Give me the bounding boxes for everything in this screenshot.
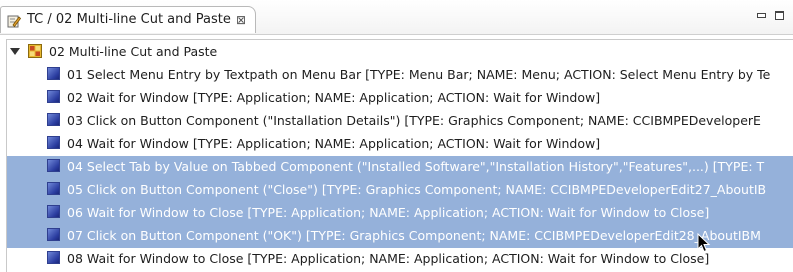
tree-step-row[interactable]: 01 Select Menu Entry by Textpath on Menu…: [7, 64, 793, 87]
test-step-icon: [47, 113, 60, 126]
test-step-icon: [47, 90, 60, 103]
test-case-icon: [28, 44, 42, 58]
tree-step-row[interactable]: 06 Wait for Window to Close [TYPE: Appli…: [7, 202, 793, 225]
tree-step-row[interactable]: 04 Select Tab by Value on Tabbed Compone…: [7, 156, 793, 179]
tree-step-row[interactable]: 03 Click on Button Component ("Installat…: [7, 110, 793, 133]
tree-step-row[interactable]: 05 Click on Button Component ("Close") […: [7, 179, 793, 202]
tree-step-label: 05 Click on Button Component ("Close") […: [67, 182, 767, 197]
tree-root-label: 02 Multi-line Cut and Paste: [49, 44, 218, 59]
tree-step-label: 07 Click on Button Component ("OK") [TYP…: [67, 228, 761, 243]
test-step-icon: [47, 67, 60, 80]
test-step-icon: [47, 182, 60, 195]
tree-root-row[interactable]: 02 Multi-line Cut and Paste: [7, 41, 793, 64]
editor-tab-title: TC / 02 Multi-line Cut and Paste: [27, 12, 231, 27]
editor-tab[interactable]: TC / 02 Multi-line Cut and Paste ⊠: [0, 6, 256, 33]
close-icon[interactable]: ⊠: [236, 13, 246, 27]
tree-step-label: 02 Wait for Window [TYPE: Application; N…: [67, 90, 601, 105]
expanded-twisty-icon[interactable]: [10, 48, 20, 55]
tree-step-label: 01 Select Menu Entry by Textpath on Menu…: [67, 67, 771, 82]
tree-step-label: 04 Select Tab by Value on Tabbed Compone…: [67, 159, 765, 174]
mouse-pointer-icon: [697, 233, 711, 253]
editor-tab-bar: TC / 02 Multi-line Cut and Paste ⊠: [0, 0, 793, 35]
tree-step-label: 08 Wait for Window to Close [TYPE: Appli…: [67, 251, 710, 266]
test-step-icon: [47, 251, 60, 264]
maximize-icon[interactable]: [775, 11, 784, 20]
tree-step-label: 03 Click on Button Component ("Installat…: [67, 113, 761, 128]
tree-step-label: 06 Wait for Window to Close [TYPE: Appli…: [67, 205, 710, 220]
test-step-icon: [47, 205, 60, 218]
tree-step-row[interactable]: 07 Click on Button Component ("OK") [TYP…: [7, 225, 793, 248]
testcase-editor-icon: [7, 15, 21, 28]
minimize-icon[interactable]: [757, 13, 766, 18]
test-step-icon: [47, 136, 60, 149]
tree-step-row[interactable]: 08 Wait for Window to Close [TYPE: Appli…: [7, 248, 793, 271]
tree-step-row[interactable]: 04 Wait for Window [TYPE: Application; N…: [7, 133, 793, 156]
test-step-icon: [47, 228, 60, 241]
test-step-icon: [47, 159, 60, 172]
tree-step-label: 04 Wait for Window [TYPE: Application; N…: [67, 136, 601, 151]
test-step-tree[interactable]: 02 Multi-line Cut and Paste 01 Select Me…: [6, 39, 793, 272]
tree-step-row[interactable]: 02 Wait for Window [TYPE: Application; N…: [7, 87, 793, 110]
test-case-editor-panel: TC / 02 Multi-line Cut and Paste ⊠ 02 Mu…: [0, 0, 793, 272]
